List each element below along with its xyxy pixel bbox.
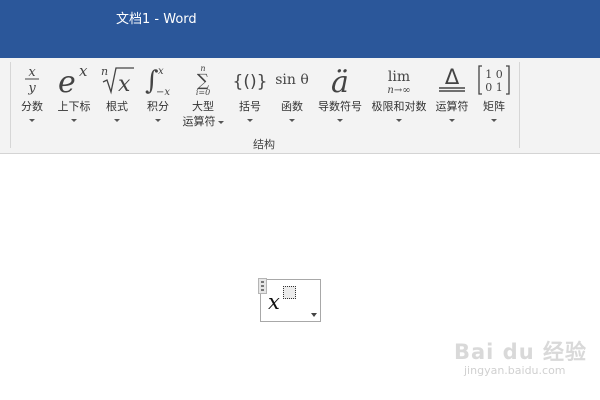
operator-dropdown-icon [449, 119, 455, 122]
fraction-dropdown-icon [29, 119, 35, 122]
window-title: 文档1 - Word [116, 12, 197, 27]
function-dropdown-icon [289, 119, 295, 122]
watermark-url: jingyan.baidu.com [464, 364, 566, 377]
matrix-row-2: 0 1 [485, 81, 503, 94]
bracket-button[interactable]: {()} 括号 [231, 58, 269, 132]
operator-button[interactable]: Δ 运算符 [432, 58, 472, 132]
script-button[interactable]: e x 上下标 [53, 58, 95, 132]
integral-button[interactable]: ∫ x −x 积分 [140, 58, 176, 132]
equation-move-handle[interactable] [258, 278, 267, 294]
accent-glyph: ä [331, 65, 349, 96]
matrix-row-1: 1 0 [485, 68, 503, 81]
matrix-icon: 1 0 0 1 [478, 65, 510, 95]
function-glyph: sin θ [275, 72, 309, 88]
superscript-placeholder[interactable] [283, 286, 296, 299]
equation-base: x [268, 290, 280, 314]
chevron-down-icon [311, 313, 317, 317]
accent-dropdown-icon [337, 119, 343, 122]
equation-options-button[interactable] [308, 279, 321, 322]
accent-label: 导数符号 [318, 100, 362, 113]
sum-lower-limit: i=0 [196, 88, 210, 96]
watermark-text: Bai du 经验 [454, 340, 587, 364]
integral-dropdown-icon [155, 119, 161, 122]
limit-log-dropdown-icon [396, 119, 402, 122]
fraction-numerator: x [28, 65, 36, 80]
equation-container[interactable]: x [258, 278, 321, 322]
script-superscript: x [79, 62, 88, 80]
radical-label: 根式 [106, 100, 128, 113]
radical-dropdown-icon [114, 119, 120, 122]
large-operator-dropdown-icon [217, 120, 224, 124]
script-icon: e x [58, 62, 88, 96]
accent-icon: ä [331, 65, 349, 96]
integral-icon: ∫ x −x [145, 66, 170, 96]
bracket-icon: {()} [233, 72, 268, 92]
limit-log-button[interactable]: lim n→∞ 极限和对数 [367, 58, 431, 132]
function-button[interactable]: sin θ 函数 [272, 58, 312, 132]
large-operator-button[interactable]: n ∑ i=0 大型 运算符 [178, 58, 228, 132]
fraction-label: 分数 [21, 100, 43, 113]
bracket-glyph: {()} [233, 72, 268, 92]
fraction-denominator: y [27, 81, 36, 96]
matrix-dropdown-icon [491, 119, 497, 122]
large-operator-label: 大型 [192, 100, 214, 113]
limit-icon: lim n→∞ [387, 69, 410, 96]
watermark: Bai du 经验 jingyan.baidu.com [454, 336, 594, 386]
operator-label: 运算符 [435, 100, 469, 113]
fraction-icon: x y [25, 65, 39, 96]
ribbon-divider [519, 62, 520, 148]
operator-icon: Δ [439, 65, 465, 92]
operator-glyph: Δ [445, 65, 460, 89]
radical-button[interactable]: n x 根式 [98, 58, 136, 132]
radical-base: x [118, 72, 131, 96]
integral-upper-limit: x [158, 66, 164, 77]
limit-lim: lim [388, 69, 410, 85]
radical-icon: n x [101, 65, 134, 96]
script-dropdown-icon [71, 119, 77, 122]
ribbon-divider-left [10, 62, 11, 148]
bracket-label: 括号 [239, 100, 261, 113]
grip-icon [261, 281, 264, 291]
large-operator-label-line2: 运算符 [178, 113, 228, 129]
large-operator-icon: n ∑ i=0 [196, 64, 210, 96]
function-label: 函数 [281, 100, 303, 113]
accent-button[interactable]: ä 导数符号 [314, 58, 366, 132]
script-label: 上下标 [57, 100, 91, 113]
radical-index: n [101, 65, 108, 78]
title-bar: 文档1 - Word [0, 0, 600, 58]
bracket-dropdown-icon [247, 119, 253, 122]
matrix-button[interactable]: 1 0 0 1 矩阵 [474, 58, 514, 132]
fraction-button[interactable]: x y 分数 [14, 58, 50, 132]
limit-subscript: n→∞ [387, 85, 410, 96]
integral-lower-limit: −x [156, 87, 170, 96]
equation-frame[interactable]: x [260, 279, 309, 322]
matrix-label: 矩阵 [483, 100, 505, 113]
equation-ribbon: x y 分数 e x 上下标 n x 根式 ∫ x −x 积分 n ∑ i=0 … [0, 58, 600, 154]
integral-label: 积分 [147, 100, 169, 113]
script-base: e [58, 65, 76, 96]
limit-log-label: 极限和对数 [371, 100, 427, 113]
function-icon: sin θ [275, 72, 309, 88]
structures-group-label: 结构 [253, 138, 275, 151]
